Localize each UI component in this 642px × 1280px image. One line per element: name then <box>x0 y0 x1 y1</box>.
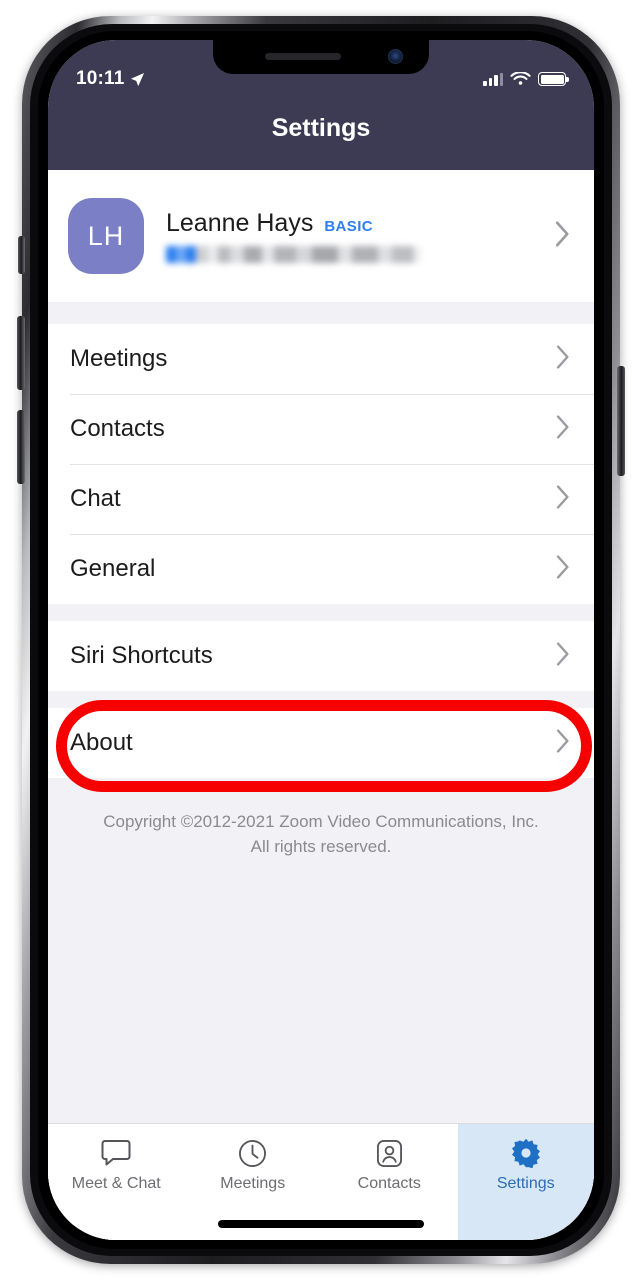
tab-label: Meetings <box>220 1175 286 1192</box>
chevron-right-icon <box>556 728 570 758</box>
plan-badge: BASIC <box>324 218 373 235</box>
settings-content: LH Leanne Hays BASIC Meetings Contacts C… <box>48 170 594 1240</box>
chevron-right-icon <box>556 344 570 374</box>
phone-screen: 10:11 Settings LH Leanne Hays BASIC Meet… <box>48 40 594 1240</box>
settings-group-siri: Siri Shortcuts <box>48 621 594 691</box>
status-bar-right <box>483 71 569 87</box>
section-gap <box>48 604 594 621</box>
settings-row-meetings[interactable]: Meetings <box>48 324 594 394</box>
settings-group-primary: Meetings Contacts Chat General <box>48 324 594 604</box>
power-button[interactable] <box>617 366 625 476</box>
settings-row-chat[interactable]: Chat <box>48 464 594 534</box>
clock-icon <box>238 1137 267 1169</box>
settings-row-general[interactable]: General <box>48 534 594 604</box>
chevron-right-icon <box>556 641 570 671</box>
copyright-line-2: All rights reserved. <box>250 836 392 856</box>
person-icon <box>376 1137 403 1169</box>
settings-row-label: Chat <box>70 485 121 512</box>
page-title: Settings <box>271 114 371 142</box>
profile-email-redacted <box>166 246 421 263</box>
chevron-right-icon <box>556 484 570 514</box>
settings-row-label: General <box>70 555 156 582</box>
screenshot-stage: 10:11 Settings LH Leanne Hays BASIC Meet… <box>0 0 642 1280</box>
device-notch <box>213 40 429 74</box>
gear-icon <box>511 1137 541 1169</box>
mute-switch[interactable] <box>18 236 25 274</box>
status-bar-time: 10:11 <box>76 68 125 89</box>
wifi-icon <box>510 71 531 85</box>
section-gap <box>48 691 594 708</box>
profile-name-row: Leanne Hays BASIC <box>166 209 555 238</box>
copyright-line-1: Copyright ©2012-2021 Zoom Video Communic… <box>103 812 539 831</box>
front-camera <box>388 49 403 64</box>
profile-text: Leanne Hays BASIC <box>144 209 555 263</box>
settings-row-label: Contacts <box>70 415 165 442</box>
home-indicator[interactable] <box>218 1220 424 1228</box>
tab-settings[interactable]: Settings <box>457 1124 594 1240</box>
earpiece-speaker <box>265 53 341 60</box>
cellular-signal-icon <box>483 72 503 86</box>
location-arrow-icon <box>130 72 144 86</box>
battery-full-icon <box>538 72 569 86</box>
status-bar-left: 10:11 <box>76 68 145 90</box>
chevron-right-icon <box>556 414 570 444</box>
tab-meet-and-chat[interactable]: Meet & Chat <box>48 1124 185 1240</box>
chevron-right-icon <box>555 220 570 252</box>
volume-up-button[interactable] <box>17 316 25 390</box>
settings-row-about[interactable]: About <box>48 708 594 778</box>
profile-name: Leanne Hays <box>166 209 314 237</box>
settings-row-label: Siri Shortcuts <box>70 642 213 669</box>
settings-row-siri-shortcuts[interactable]: Siri Shortcuts <box>48 621 594 691</box>
settings-row-label: About <box>70 729 133 756</box>
settings-row-contacts[interactable]: Contacts <box>48 394 594 464</box>
settings-group-about: About <box>48 708 594 778</box>
settings-row-label: Meetings <box>70 345 168 372</box>
chevron-right-icon <box>556 554 570 584</box>
copyright-text: Copyright ©2012-2021 Zoom Video Communic… <box>48 778 594 859</box>
avatar: LH <box>68 198 144 274</box>
section-gap <box>48 302 594 324</box>
tab-label: Meet & Chat <box>71 1175 161 1192</box>
tab-label: Settings <box>496 1175 555 1192</box>
tab-label: Contacts <box>357 1175 421 1192</box>
chat-bubble-icon <box>101 1137 131 1169</box>
profile-row[interactable]: LH Leanne Hays BASIC <box>48 170 594 302</box>
volume-down-button[interactable] <box>17 410 25 484</box>
